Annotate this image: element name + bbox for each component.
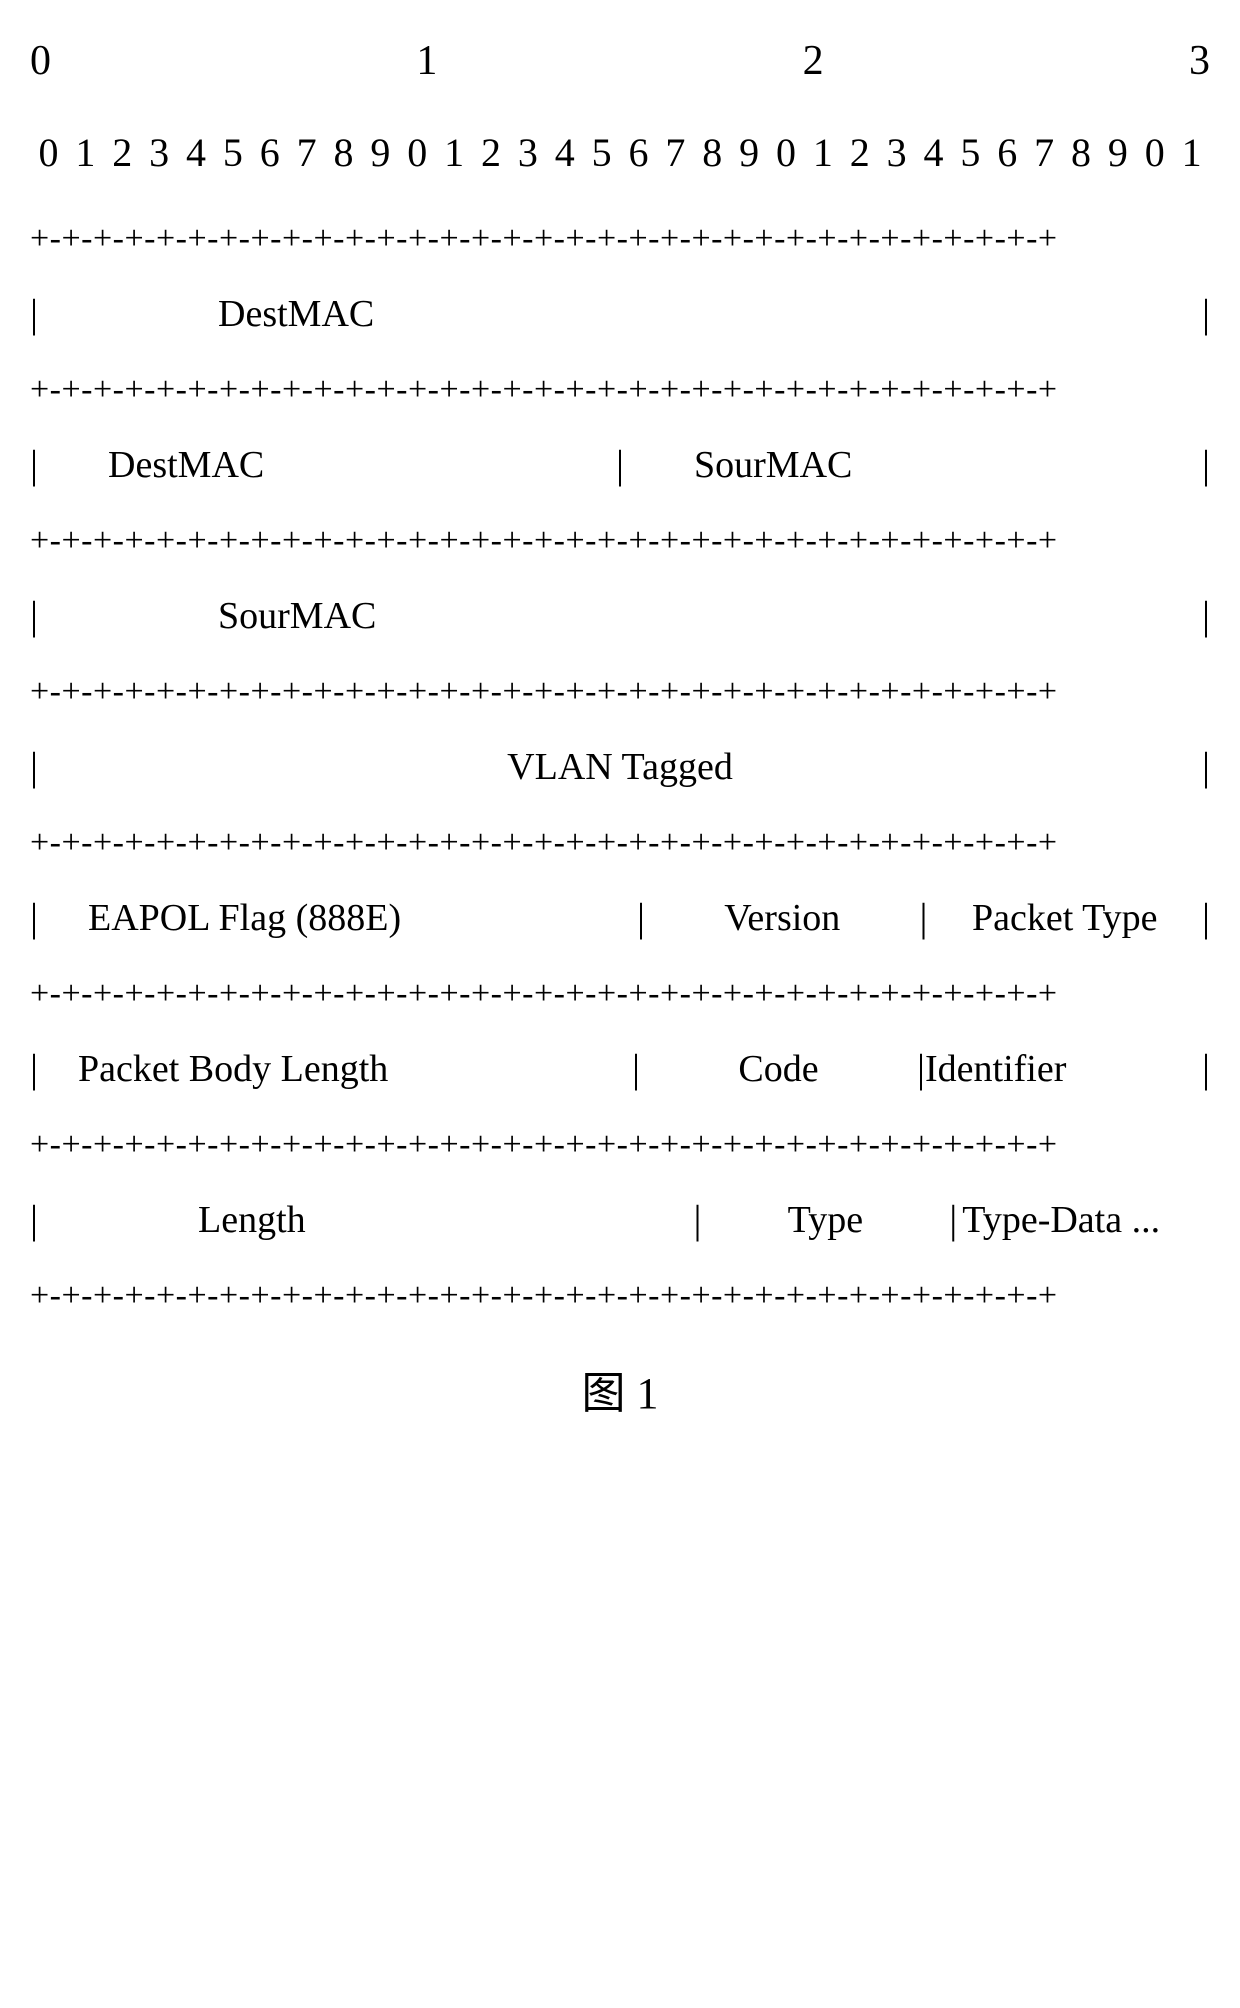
field-code: Code xyxy=(640,1041,917,1098)
cell-separator: | xyxy=(1202,586,1210,646)
bit-label: 8 xyxy=(325,123,362,183)
field-length: Length xyxy=(38,1192,693,1249)
row-divider: +-+-+-+-+-+-+-+-+-+-+-+-+-+-+-+-+-+-+-+-… xyxy=(30,1119,1210,1170)
field-sourmac: SourMAC xyxy=(624,437,1202,494)
field-identifier: Identifier xyxy=(925,1041,1202,1098)
byte-2: 2 xyxy=(803,30,824,93)
bit-label: 6 xyxy=(620,123,657,183)
field-row: |Packet Body Length|Code|Identifier| xyxy=(30,1039,1210,1099)
row-divider: +-+-+-+-+-+-+-+-+-+-+-+-+-+-+-+-+-+-+-+-… xyxy=(30,515,1210,566)
figure-caption: 图 1 xyxy=(30,1361,1210,1427)
bit-label: 3 xyxy=(509,123,546,183)
byte-ruler: 0 1 2 3 xyxy=(30,30,1210,93)
cell-separator: | xyxy=(632,1039,640,1099)
field-row: |DestMAC| xyxy=(30,284,1210,344)
row-divider: +-+-+-+-+-+-+-+-+-+-+-+-+-+-+-+-+-+-+-+-… xyxy=(30,817,1210,868)
bit-label: 0 xyxy=(768,123,805,183)
bit-label: 1 xyxy=(804,123,841,183)
field-destmac: DestMAC xyxy=(38,437,616,494)
byte-1: 1 xyxy=(416,30,437,93)
field-eapol-flag-888e-: EAPOL Flag (888E) xyxy=(38,890,637,947)
bit-label: 2 xyxy=(104,123,141,183)
cell-separator: | xyxy=(1202,1039,1210,1099)
cell-separator: | xyxy=(917,1039,925,1099)
cell-separator: | xyxy=(30,435,38,495)
bit-label: 0 xyxy=(30,123,67,183)
field-type-data-: Type-Data ... xyxy=(957,1192,1210,1249)
bit-label: 1 xyxy=(1173,123,1210,183)
bit-label: 0 xyxy=(399,123,436,183)
bit-label: 9 xyxy=(1099,123,1136,183)
field-row: |Length|Type|Type-Data ... xyxy=(30,1190,1210,1250)
cell-separator: | xyxy=(1202,284,1210,344)
cell-separator: | xyxy=(30,284,38,344)
bit-label: 3 xyxy=(141,123,178,183)
cell-separator: | xyxy=(30,1190,38,1250)
byte-0: 0 xyxy=(30,30,51,93)
bit-label: 8 xyxy=(694,123,731,183)
bit-label: 7 xyxy=(657,123,694,183)
field-sourmac: SourMAC xyxy=(38,588,1202,645)
bit-label: 7 xyxy=(288,123,325,183)
packet-diagram: 0 1 2 3 01234567890123456789012345678901… xyxy=(30,30,1210,1427)
row-divider: +-+-+-+-+-+-+-+-+-+-+-+-+-+-+-+-+-+-+-+-… xyxy=(30,666,1210,717)
row-divider: +-+-+-+-+-+-+-+-+-+-+-+-+-+-+-+-+-+-+-+-… xyxy=(30,1270,1210,1321)
cell-separator: | xyxy=(1202,888,1210,948)
bit-label: 4 xyxy=(915,123,952,183)
bit-ruler: 01234567890123456789012345678901 xyxy=(30,123,1210,183)
cell-separator: | xyxy=(1202,737,1210,797)
bit-label: 5 xyxy=(583,123,620,183)
bit-label: 6 xyxy=(251,123,288,183)
bit-label: 1 xyxy=(436,123,473,183)
cell-separator: | xyxy=(637,888,645,948)
byte-3: 3 xyxy=(1189,30,1210,93)
field-row: |DestMAC|SourMAC| xyxy=(30,435,1210,495)
field-version: Version xyxy=(645,890,919,947)
cell-separator: | xyxy=(30,586,38,646)
bit-label: 4 xyxy=(178,123,215,183)
field-row: |VLAN Tagged| xyxy=(30,737,1210,797)
cell-separator: | xyxy=(30,737,38,797)
row-divider: +-+-+-+-+-+-+-+-+-+-+-+-+-+-+-+-+-+-+-+-… xyxy=(30,213,1210,264)
field-row: |EAPOL Flag (888E)|Version|Packet Type| xyxy=(30,888,1210,948)
bit-label: 5 xyxy=(214,123,251,183)
cell-separator: | xyxy=(919,888,927,948)
bit-label: 2 xyxy=(841,123,878,183)
bit-label: 3 xyxy=(878,123,915,183)
bit-label: 7 xyxy=(1026,123,1063,183)
bit-label: 9 xyxy=(731,123,768,183)
cell-separator: | xyxy=(30,1039,38,1099)
field-row: |SourMAC| xyxy=(30,586,1210,646)
cell-separator: | xyxy=(30,888,38,948)
row-divider: +-+-+-+-+-+-+-+-+-+-+-+-+-+-+-+-+-+-+-+-… xyxy=(30,364,1210,415)
field-type: Type xyxy=(702,1192,950,1249)
bit-label: 0 xyxy=(1136,123,1173,183)
cell-separator: | xyxy=(694,1190,702,1250)
cell-separator: | xyxy=(1202,435,1210,495)
cell-separator: | xyxy=(616,435,624,495)
bit-label: 2 xyxy=(473,123,510,183)
bit-label: 1 xyxy=(67,123,104,183)
field-destmac: DestMAC xyxy=(38,286,1202,343)
bit-label: 9 xyxy=(362,123,399,183)
cell-separator: | xyxy=(949,1190,957,1250)
bit-label: 5 xyxy=(952,123,989,183)
bit-label: 8 xyxy=(1063,123,1100,183)
field-vlan-tagged: VLAN Tagged xyxy=(38,739,1202,796)
field-packet-type: Packet Type xyxy=(928,890,1202,947)
bit-label: 4 xyxy=(546,123,583,183)
row-divider: +-+-+-+-+-+-+-+-+-+-+-+-+-+-+-+-+-+-+-+-… xyxy=(30,968,1210,1019)
field-packet-body-length: Packet Body Length xyxy=(38,1041,632,1098)
bit-label: 6 xyxy=(989,123,1026,183)
